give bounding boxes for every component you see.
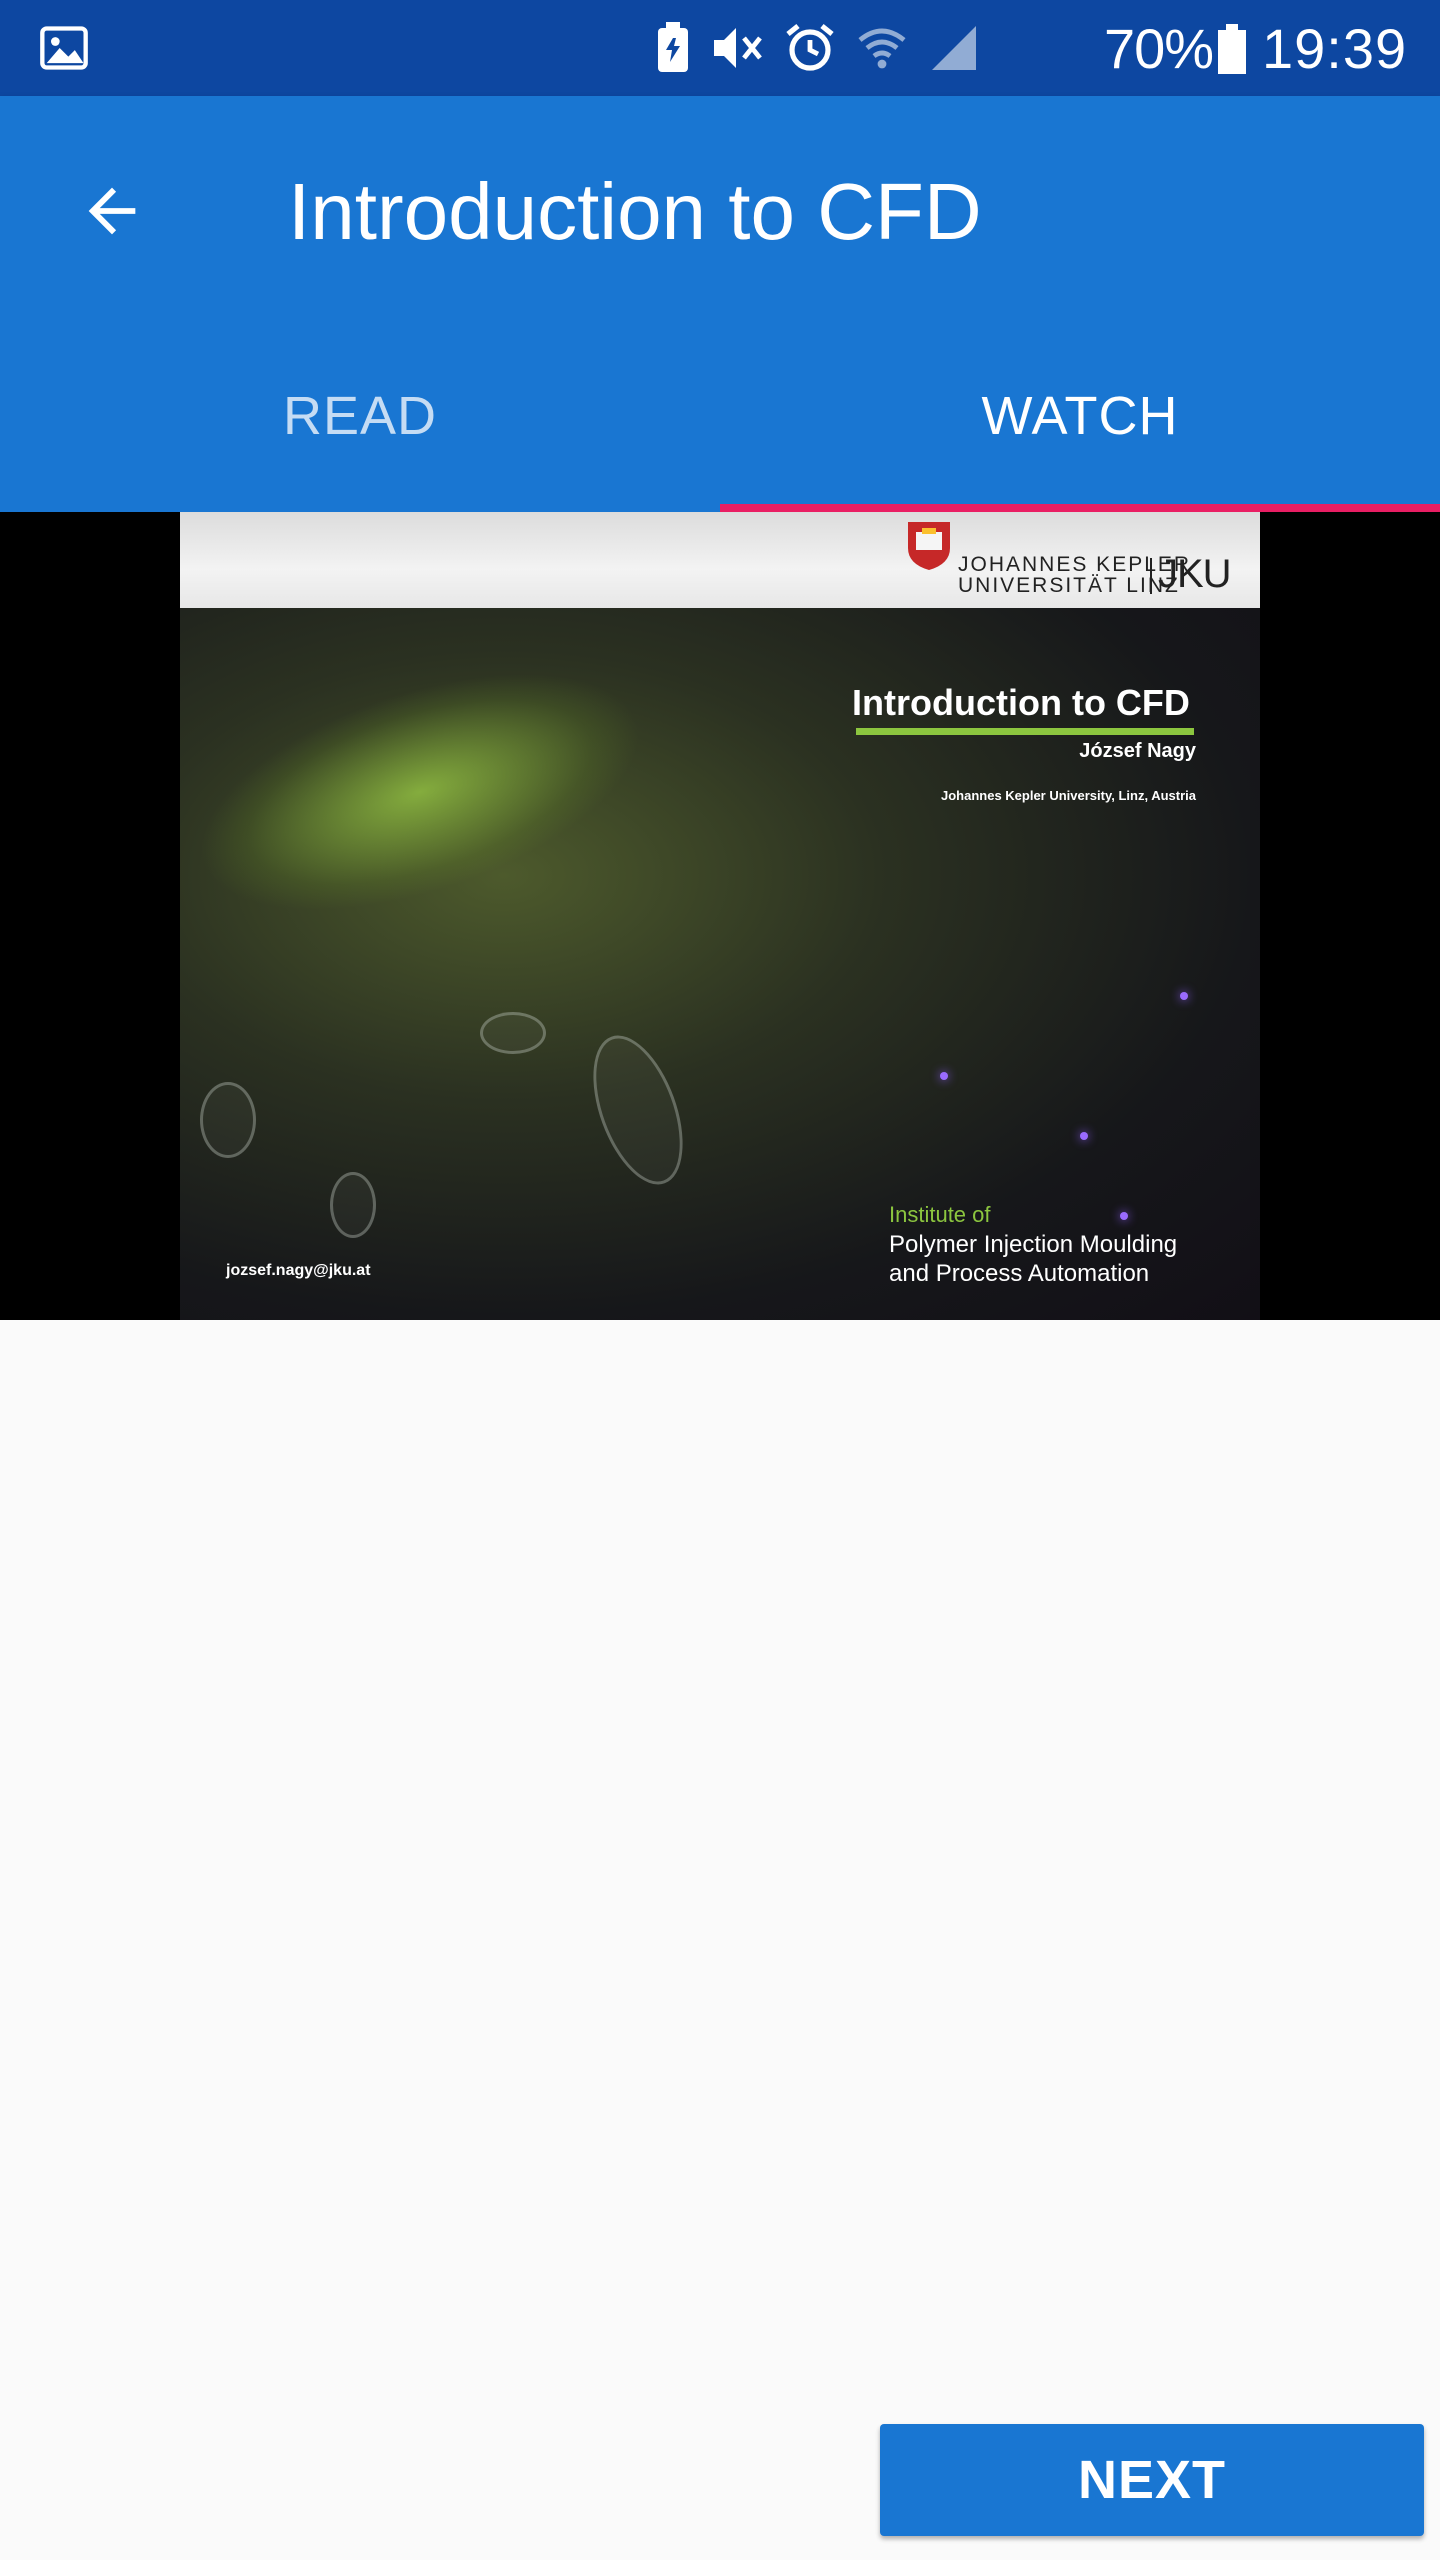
light-spark <box>1080 1132 1088 1140</box>
battery-saver-icon <box>658 22 688 72</box>
app-bar: Introduction to CFD <box>0 96 1440 320</box>
slide-institute-label: Institute of <box>889 1202 991 1227</box>
alarm-icon <box>786 23 834 71</box>
droplet-graphic <box>575 1023 701 1197</box>
image-icon <box>40 26 88 70</box>
slide-decoration <box>180 625 670 959</box>
tab-indicator <box>720 504 1440 512</box>
light-spark <box>940 1072 948 1080</box>
clock: 19:39 <box>1262 17 1408 80</box>
light-spark <box>1120 1212 1128 1220</box>
divider <box>1150 558 1152 594</box>
droplet-graphic <box>480 1012 546 1054</box>
slide-institute-name: Polymer Injection Moulding and Process A… <box>889 1231 1178 1287</box>
status-icons <box>656 20 980 76</box>
mute-vibrate-icon <box>714 28 762 68</box>
slide-email: jozsef.nagy@jku.at <box>226 1262 371 1279</box>
next-button[interactable]: NEXT <box>880 2424 1424 2536</box>
slide-affiliation: Johannes Kepler University, Linz, Austri… <box>940 788 1196 803</box>
wifi-icon <box>858 28 906 69</box>
tab-bar: READ WATCH <box>0 320 1440 512</box>
slide-header: JOHANNES KEPLER UNIVERSITÄT LINZ JKU <box>180 512 1260 608</box>
university-short: JKU <box>1158 552 1232 596</box>
slide-title-underline <box>856 728 1194 735</box>
status-bar: 70% 19:39 <box>0 0 1440 96</box>
video-frame: JOHANNES KEPLER UNIVERSITÄT LINZ JKU Int… <box>180 512 1260 1320</box>
university-name: JOHANNES KEPLER UNIVERSITÄT LINZ <box>958 553 1192 597</box>
battery-percent: 70% <box>1104 17 1214 80</box>
battery-icon <box>1218 24 1246 74</box>
droplet-graphic <box>330 1172 376 1238</box>
arrow-back-icon[interactable] <box>74 176 150 246</box>
page-title: Introduction to CFD <box>288 167 982 256</box>
light-spark <box>1180 992 1188 1000</box>
tab-watch[interactable]: WATCH <box>720 320 1440 512</box>
university-crest-icon <box>908 522 950 570</box>
droplet-graphic <box>200 1082 256 1158</box>
video-player[interactable]: JOHANNES KEPLER UNIVERSITÄT LINZ JKU Int… <box>0 512 1440 1320</box>
slide-author: József Nagy <box>1079 740 1196 762</box>
slide-title: Introduction to CFD <box>852 682 1190 723</box>
signal-icon <box>932 26 976 70</box>
tab-read[interactable]: READ <box>0 320 720 512</box>
